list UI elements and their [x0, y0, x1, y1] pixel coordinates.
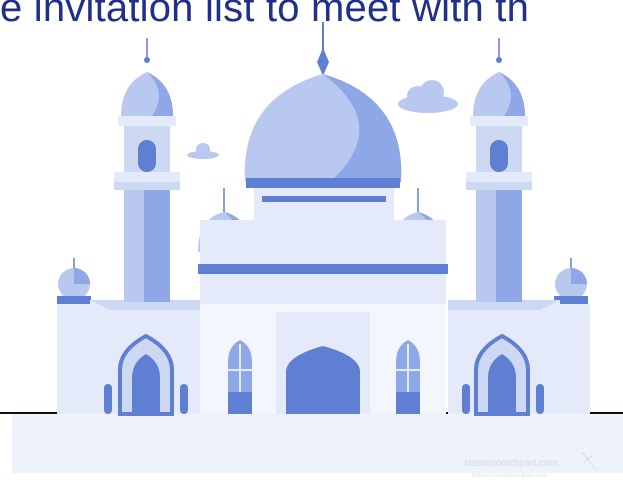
left-wing — [90, 300, 202, 416]
left-small-tower — [57, 258, 93, 414]
left-minaret — [114, 38, 180, 302]
right-wing — [448, 300, 560, 416]
cloud-icon — [187, 143, 219, 159]
mosque-illustration: classroomclipart.com https://classroomcl… — [0, 22, 623, 479]
central-building — [198, 220, 448, 414]
cloud-icon — [398, 80, 458, 113]
main-dome — [244, 22, 402, 222]
watermark-line2: https://classroomclipart.com — [472, 473, 546, 479]
right-minaret — [466, 38, 532, 302]
watermark-line1: classroomclipart.com — [464, 458, 558, 469]
